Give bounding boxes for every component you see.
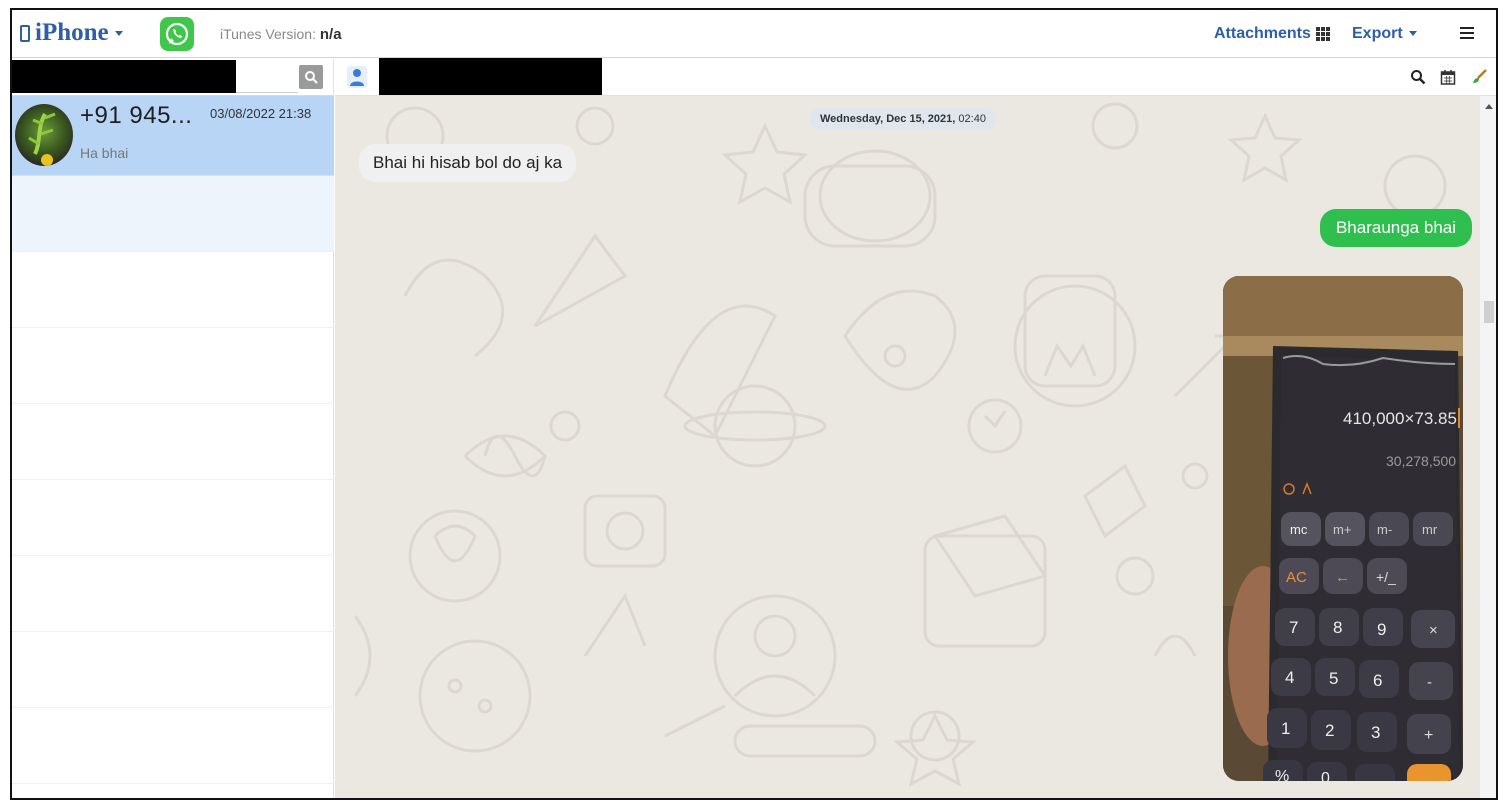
date-separator: Wednesday, Dec 15, 2021, 02:40 (810, 108, 996, 130)
itunes-label: iTunes Version: (220, 26, 316, 42)
contact-last-message: Ha bhai (80, 145, 129, 161)
calc-key-0: 0 (1321, 770, 1330, 781)
calc-expression: 410,000×73.85 (1343, 409, 1457, 428)
date-separator-time: 02:40 (958, 113, 986, 125)
list-row-empty (12, 632, 334, 708)
contact-date: 03/08/2022 21:38 (210, 106, 312, 121)
calc-key-6: 6 (1373, 671, 1382, 690)
calc-key-5: 5 (1329, 669, 1338, 688)
calc-key-ac: AC (1286, 569, 1307, 586)
chat-header (335, 58, 1496, 96)
avatar (15, 104, 73, 166)
calc-key-plus: + (1424, 727, 1433, 744)
itunes-value: n/a (319, 26, 342, 43)
list-row-empty (12, 708, 334, 784)
scroll-up-icon[interactable] (1485, 104, 1493, 109)
chat-scrollbar[interactable] (1480, 96, 1496, 798)
hamburger-menu-icon[interactable] (1460, 27, 1474, 42)
image-attachment[interactable]: 410,000×73.85 30,278,500 mc m+ m- mr AC … (1223, 276, 1463, 781)
brush-icon[interactable] (1470, 68, 1488, 86)
search-icon (305, 71, 318, 84)
list-row-empty (12, 252, 334, 328)
calc-key-7: 7 (1289, 618, 1298, 637)
device-menu[interactable]: iPhone (20, 19, 123, 47)
chat-toolbar (1410, 68, 1488, 86)
calc-key-3: 3 (1371, 723, 1380, 742)
export-label: Export (1352, 25, 1403, 42)
calc-key-mminus: m- (1377, 522, 1392, 537)
chevron-down-icon (1408, 31, 1417, 37)
contact-search-row (12, 58, 334, 96)
phone-icon (20, 24, 30, 42)
top-bar: iPhone iTunes Version: n/a Attachments E… (12, 10, 1496, 58)
calc-key-sign: +/_ (1376, 569, 1396, 585)
outgoing-message: Bharaunga bhai (1319, 209, 1472, 247)
calendar-icon[interactable] (1440, 69, 1456, 85)
contact-list-pane: +91 945... 03/08/2022 21:38 Ha bhai (12, 58, 334, 798)
list-row-empty (12, 480, 334, 556)
list-row-empty (12, 328, 334, 404)
calc-key-mplus: m+ (1333, 522, 1351, 537)
search-icon[interactable] (1410, 69, 1426, 85)
redacted-block (12, 60, 236, 93)
incoming-message: Bhai hi hisab bol do aj ka (359, 144, 577, 182)
attachments-label: Attachments (1214, 25, 1311, 42)
date-separator-day: Wednesday, Dec 15, 2021, (820, 113, 956, 125)
calc-key-percent: % (1275, 768, 1289, 781)
calc-key-minus: - (1427, 674, 1432, 691)
user-icon (347, 66, 367, 88)
list-row-empty (12, 176, 334, 252)
chat-area: Wednesday, Dec 15, 2021, 02:40 Bhai hi h… (335, 96, 1480, 798)
attachments-button[interactable]: Attachments (1214, 25, 1330, 43)
export-button[interactable]: Export (1352, 25, 1417, 43)
list-row-empty (12, 404, 334, 480)
grid-icon (1315, 27, 1330, 41)
chevron-down-icon (114, 30, 123, 36)
whatsapp-icon[interactable] (160, 17, 194, 51)
list-item[interactable]: +91 945... 03/08/2022 21:38 Ha bhai (12, 96, 334, 176)
search-button[interactable] (299, 65, 323, 89)
scrollbar-thumb[interactable] (1484, 301, 1494, 323)
device-label: iPhone (35, 19, 109, 46)
calc-key-4: 4 (1285, 668, 1294, 687)
contact-name: +91 945... (80, 102, 193, 129)
calc-key-2: 2 (1325, 721, 1334, 740)
list-row-empty (12, 556, 334, 632)
search-input[interactable] (236, 60, 298, 93)
calc-key-9: 9 (1377, 620, 1386, 639)
calc-key-1: 1 (1281, 719, 1290, 738)
calc-key-8: 8 (1333, 618, 1342, 637)
calc-key-multiply: × (1429, 622, 1438, 639)
calc-result: 30,278,500 (1386, 453, 1456, 469)
app-window: iPhone iTunes Version: n/a Attachments E… (10, 8, 1498, 800)
redacted-block (379, 58, 602, 95)
calc-key-mc: mc (1290, 522, 1308, 537)
calc-key-back: ← (1335, 569, 1350, 586)
calc-key-mr: mr (1422, 522, 1438, 537)
itunes-version: iTunes Version: n/a (220, 26, 342, 43)
